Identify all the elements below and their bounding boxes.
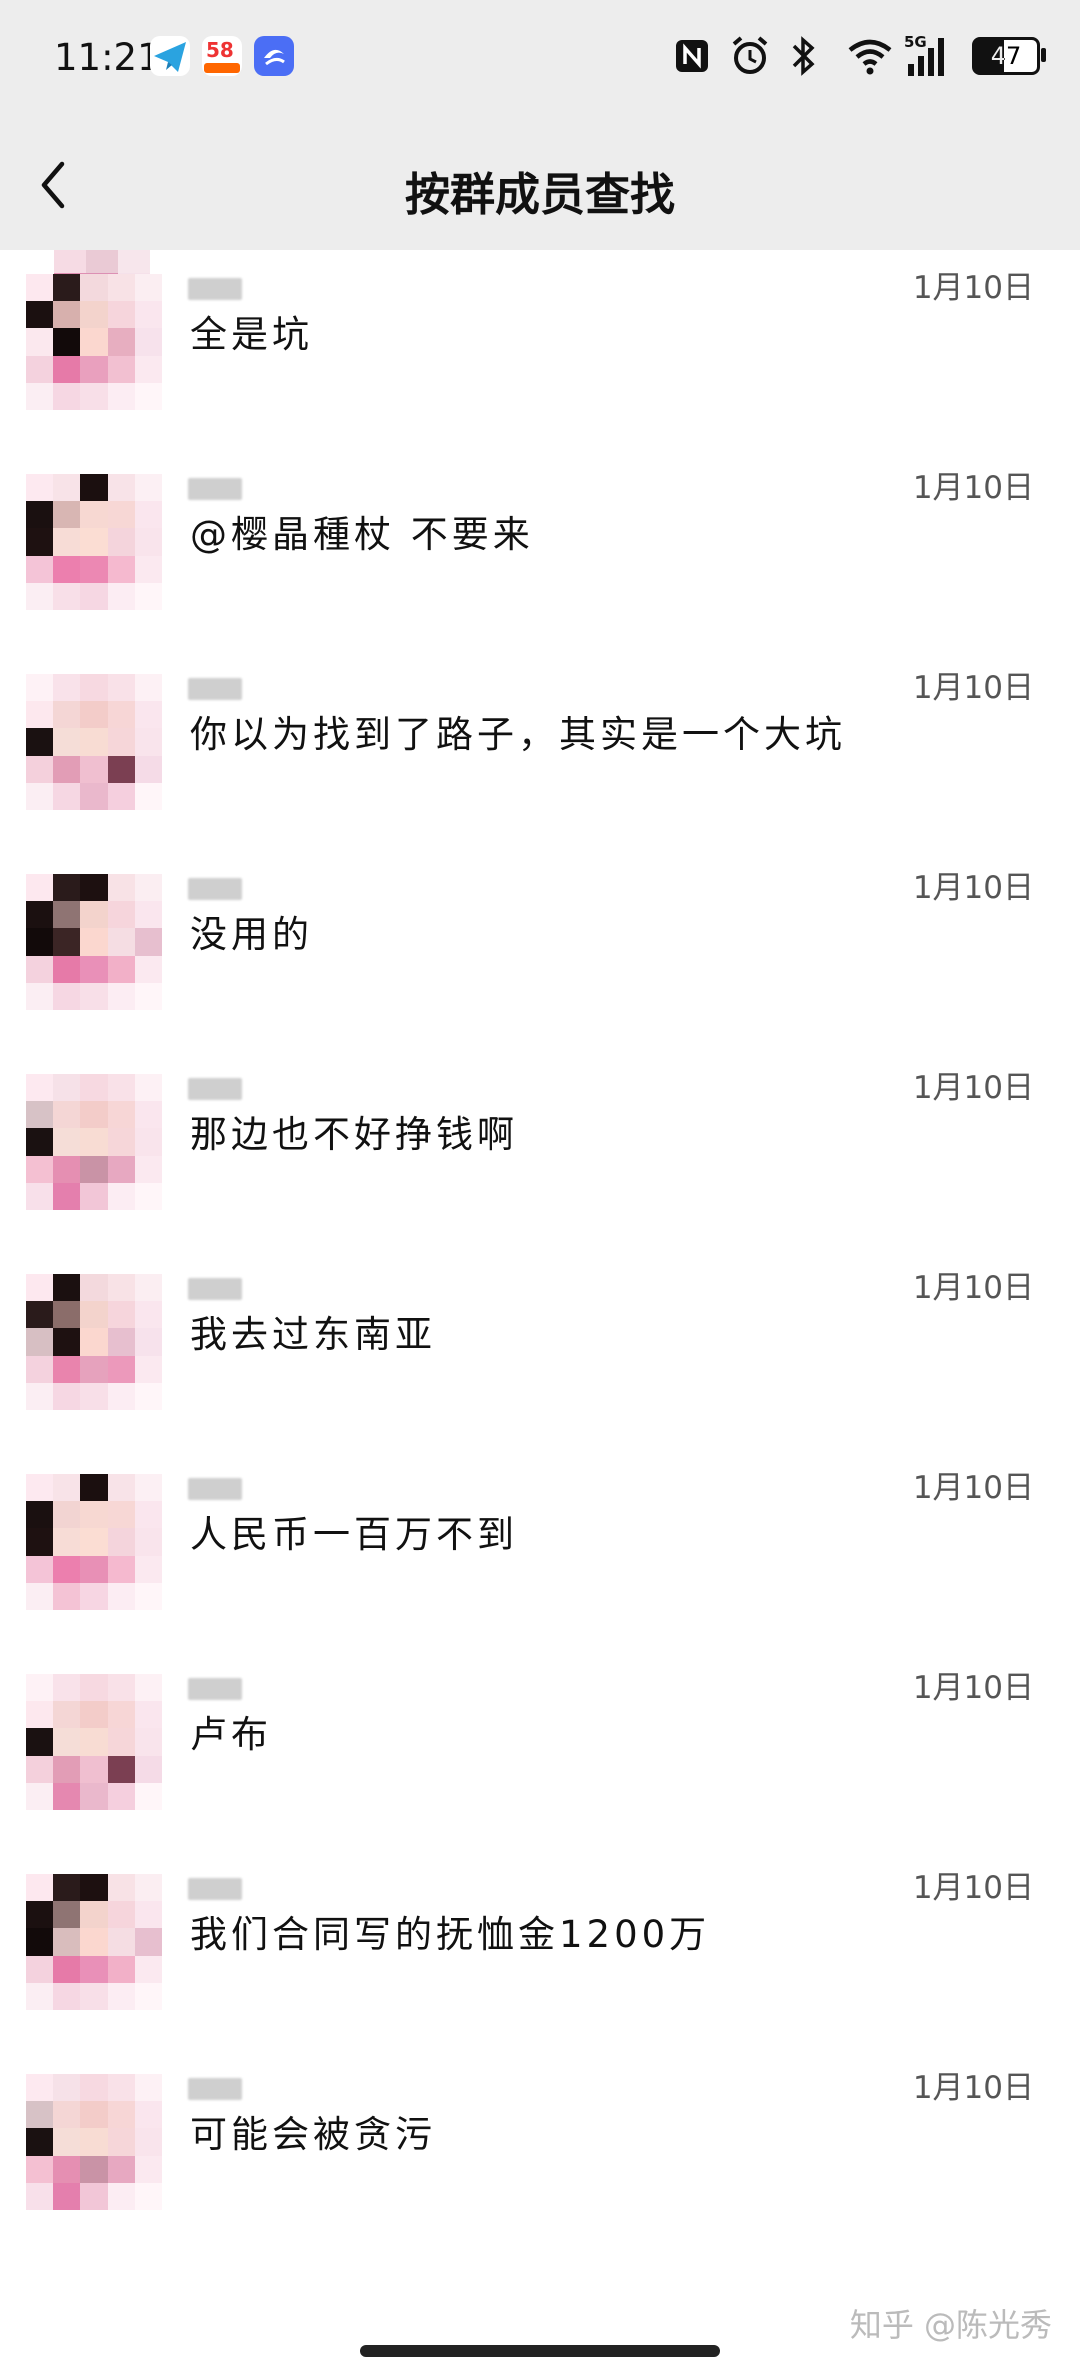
- username-redacted: [188, 1078, 242, 1100]
- page-title: 按群成员查找: [404, 168, 675, 221]
- home-indicator[interactable]: [360, 2345, 720, 2357]
- message-date: 1月10日: [912, 1870, 1034, 1906]
- message-text: 我去过东南亚: [190, 1313, 436, 1356]
- message-date: 1月10日: [912, 870, 1034, 906]
- svg-text:5G: 5G: [904, 34, 927, 51]
- message-text: 可能会被贪污: [190, 2113, 436, 2156]
- nav-bar: 按群成员查找: [0, 120, 1080, 250]
- message-text: 那边也不好挣钱啊: [190, 1113, 518, 1156]
- watermark: 知乎 @陈光秀: [849, 2306, 1052, 2344]
- list-item[interactable]: 那边也不好挣钱啊 1月10日: [0, 1050, 1080, 1250]
- status-time: 11:21: [54, 36, 161, 79]
- message-date: 1月10日: [912, 1070, 1034, 1106]
- username-redacted: [188, 678, 242, 700]
- username-redacted: [188, 2078, 242, 2100]
- message-text: 你以为找到了路子，其实是一个大坑: [190, 713, 846, 756]
- list-item[interactable]: 我们合同写的抚恤金1200万 1月10日: [0, 1850, 1080, 2050]
- message-date: 1月10日: [912, 670, 1034, 706]
- message-text: @樱晶種杖 不要来: [190, 513, 534, 556]
- username-redacted: [188, 1678, 242, 1700]
- message-date: 1月10日: [912, 270, 1034, 306]
- avatar: [26, 1274, 162, 1410]
- avatar: [26, 2074, 162, 2210]
- list-item[interactable]: 全是坑 1月10日: [0, 250, 1080, 450]
- message-text: 我们合同写的抚恤金1200万: [190, 1913, 711, 1956]
- list-item[interactable]: 没用的 1月10日: [0, 850, 1080, 1050]
- bluetooth-icon: [788, 34, 828, 78]
- username-redacted: [188, 1878, 242, 1900]
- alarm-icon: [730, 34, 770, 78]
- message-list: 全是坑 1月10日 @樱晶種杖 不要来 1月10日 你以为找到了路子，其实是一个大坑 1月…: [0, 250, 1080, 2250]
- avatar: [26, 874, 162, 1010]
- message-text: 全是坑: [190, 313, 313, 356]
- battery-level: 47: [990, 42, 1022, 70]
- username-redacted: [188, 478, 242, 500]
- avatar: [26, 1074, 162, 1210]
- message-date: 1月10日: [912, 1270, 1034, 1306]
- status-bar: 11:21 58 5G 47: [0, 0, 1080, 120]
- avatar: [26, 474, 162, 610]
- username-redacted: [188, 278, 242, 300]
- list-item[interactable]: 卢布 1月10日: [0, 1650, 1080, 1850]
- list-item[interactable]: 可能会被贪污 1月10日: [0, 2050, 1080, 2250]
- wifi-icon: [846, 34, 892, 78]
- message-text: 卢布: [190, 1713, 272, 1756]
- nfc-icon: [672, 34, 712, 78]
- cellular-5g-icon: 5G: [904, 33, 954, 78]
- avatar: [26, 274, 162, 410]
- app-58-icon: 58: [202, 36, 242, 76]
- avatar: [26, 1674, 162, 1810]
- username-redacted: [188, 1278, 242, 1300]
- telegram-icon: [150, 36, 190, 76]
- message-date: 1月10日: [912, 1670, 1034, 1706]
- notification-icons: 58: [150, 36, 294, 76]
- list-item[interactable]: 你以为找到了路子，其实是一个大坑 1月10日: [0, 650, 1080, 850]
- swirl-app-icon: [254, 36, 294, 76]
- message-text: 人民币一百万不到: [190, 1513, 518, 1556]
- username-redacted: [188, 878, 242, 900]
- avatar: [26, 1874, 162, 2010]
- battery-icon: 47: [972, 37, 1046, 75]
- message-date: 1月10日: [912, 470, 1034, 506]
- list-item[interactable]: 我去过东南亚 1月10日: [0, 1250, 1080, 1450]
- list-item[interactable]: @樱晶種杖 不要来 1月10日: [0, 450, 1080, 650]
- message-date: 1月10日: [912, 2070, 1034, 2106]
- system-icons: 5G 47: [672, 33, 1046, 78]
- message-text: 没用的: [190, 913, 313, 956]
- list-item[interactable]: 人民币一百万不到 1月10日: [0, 1450, 1080, 1650]
- avatar: [26, 1474, 162, 1610]
- username-redacted: [188, 1478, 242, 1500]
- avatar: [26, 674, 162, 810]
- message-date: 1月10日: [912, 1470, 1034, 1506]
